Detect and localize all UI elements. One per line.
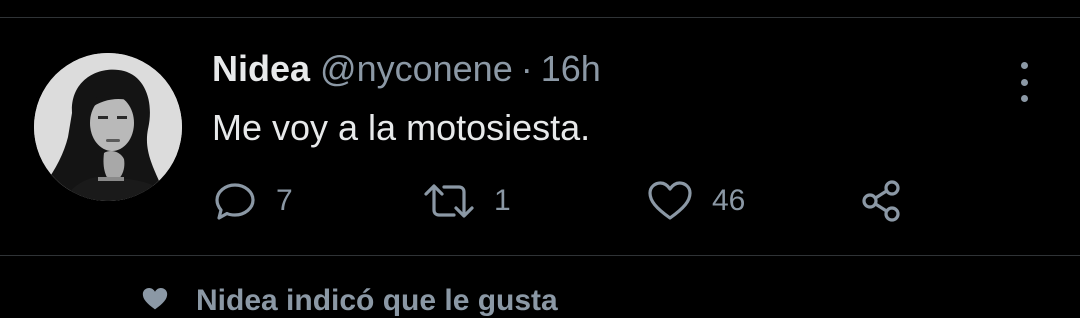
more-dot: [1020, 95, 1028, 102]
header-separator: ·: [520, 48, 533, 89]
heart-icon: [140, 285, 170, 318]
avatar[interactable]: [34, 53, 182, 201]
tweet-actions: 7 1 46: [212, 176, 932, 226]
tweet[interactable]: Nidea @nyconene · 16h Me voy a la motosiest…: [0, 18, 1080, 255]
like-button[interactable]: 46: [646, 176, 745, 226]
share-button[interactable]: [858, 176, 906, 226]
social-context[interactable]: Nidea indicó que le gusta: [140, 284, 558, 318]
like-count: 46: [712, 184, 746, 217]
heart-icon: [646, 178, 694, 224]
more-dot: [1020, 62, 1028, 69]
reply-button[interactable]: 7: [212, 176, 293, 226]
reply-count: 7: [276, 184, 293, 217]
more-dot: [1020, 78, 1028, 86]
share-icon: [858, 178, 906, 224]
retweet-icon: [422, 178, 476, 224]
tweet-timestamp[interactable]: 16h: [541, 48, 601, 89]
retweet-count: 1: [494, 184, 511, 217]
author-name[interactable]: Nidea: [212, 48, 310, 89]
more-options-icon[interactable]: [1006, 62, 1042, 102]
retweet-button[interactable]: 1: [422, 176, 511, 226]
bottom-divider: [0, 255, 1080, 256]
reply-icon: [212, 178, 258, 224]
tweet-header: Nidea @nyconene · 16h: [212, 49, 601, 89]
social-context-text: Nidea indicó que le gusta: [196, 284, 558, 317]
tweet-text: Me voy a la motosiesta.: [212, 107, 591, 148]
author-handle[interactable]: @nyconene: [320, 48, 513, 89]
